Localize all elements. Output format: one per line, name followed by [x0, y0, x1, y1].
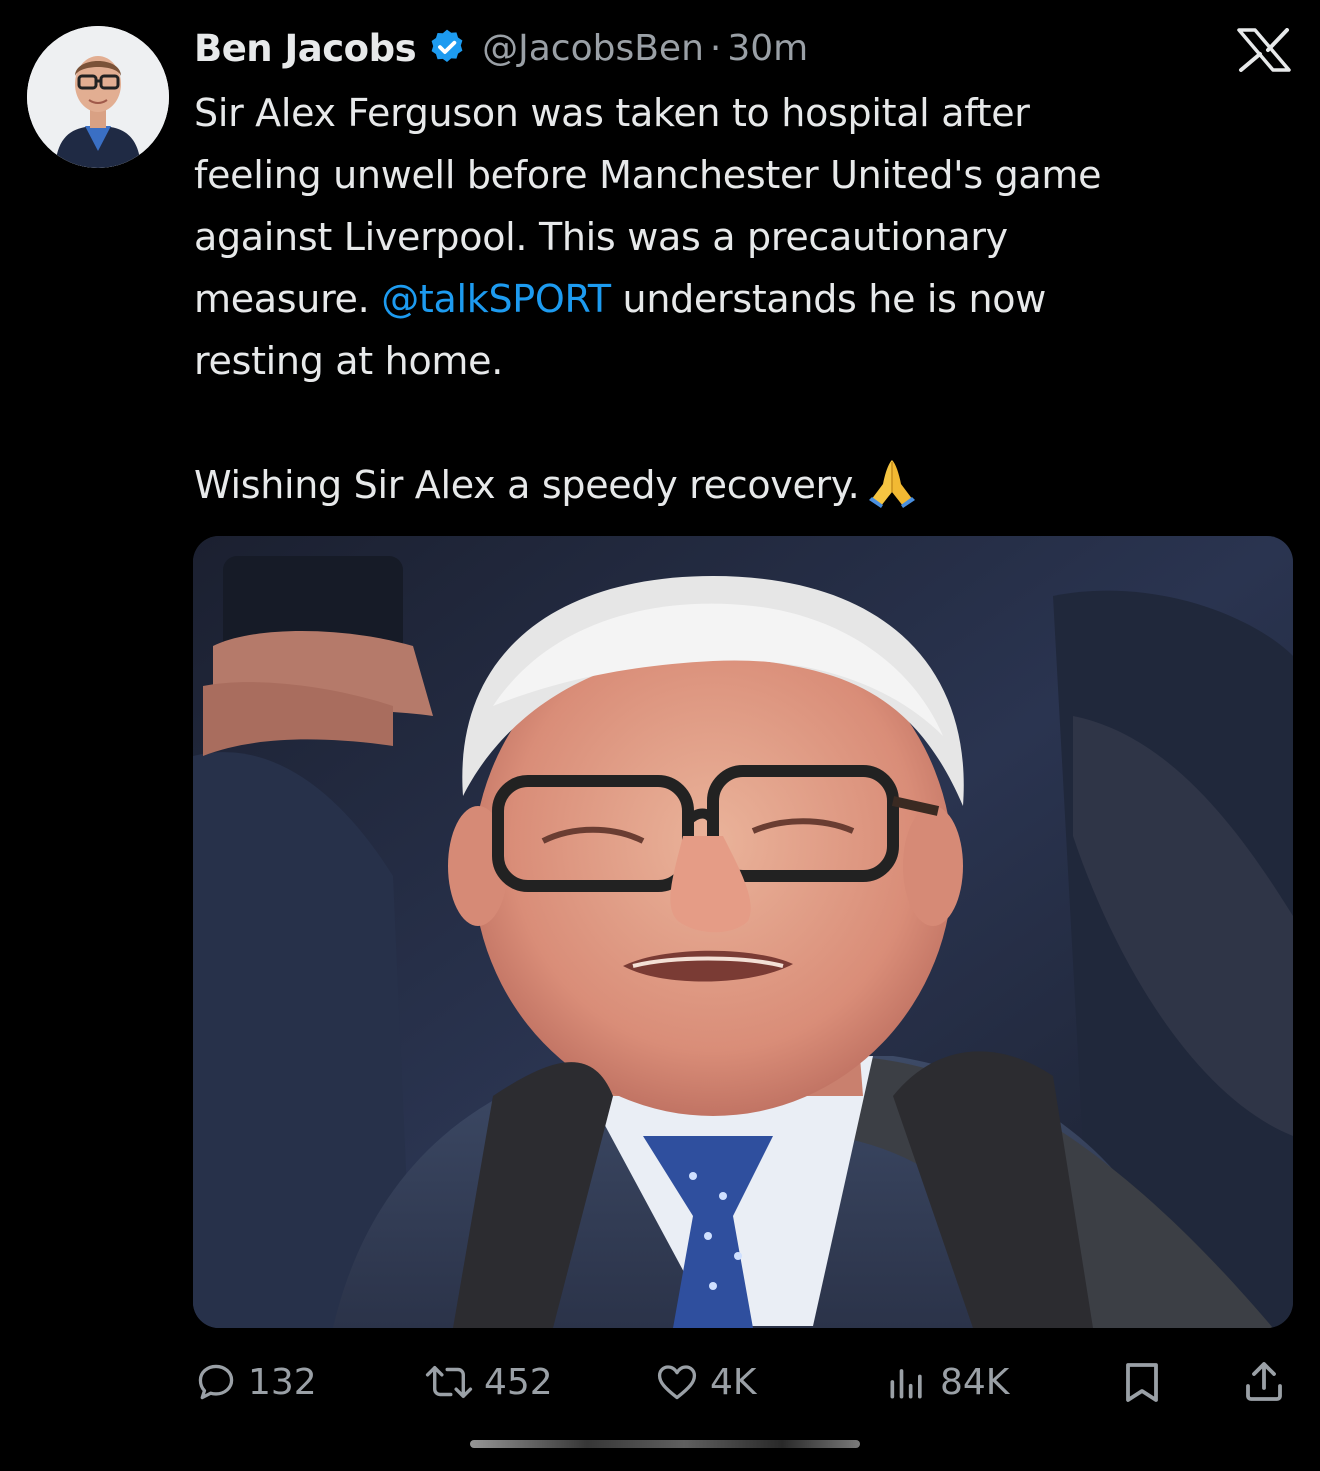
tweet-photo[interactable]	[193, 536, 1293, 1328]
photo-illustration	[193, 536, 1293, 1328]
bookmark-button[interactable]	[1118, 1350, 1166, 1414]
separator-dot: ·	[709, 27, 722, 69]
tweet-line: measure. @talkSPORT understands he is no…	[194, 268, 1284, 330]
heart-icon	[654, 1360, 700, 1404]
tweet-text: Sir Alex Ferguson was taken to hospital …	[194, 82, 1284, 516]
author-name[interactable]: Ben Jacobs	[194, 27, 417, 70]
repost-count: 452	[484, 1361, 553, 1403]
tweet-line: Wishing Sir Alex a speedy recovery.	[194, 454, 1284, 516]
action-bar: 132 452 4K 84K	[0, 1350, 1320, 1414]
repost-button[interactable]: 452	[424, 1350, 553, 1414]
avatar-photo	[27, 26, 169, 168]
tweet-card: Ben Jacobs @JacobsBen · 30m Sir Alex Fer…	[0, 0, 1320, 1471]
tweet-line: feeling unwell before Manchester United'…	[194, 153, 1102, 197]
x-logo-icon	[1236, 28, 1292, 72]
mention-link[interactable]: @talkSPORT	[381, 277, 611, 321]
folded-hands-emoji-icon	[863, 456, 921, 508]
tweet-line: resting at home.	[194, 339, 503, 383]
tweet-text-fragment: measure.	[194, 277, 382, 321]
tweet-line: against Liverpool. This was a precaution…	[194, 215, 1008, 259]
author-handle[interactable]: @JacobsBen	[482, 28, 704, 69]
like-button[interactable]: 4K	[654, 1350, 757, 1414]
views-chart-icon	[884, 1360, 930, 1404]
repost-icon	[424, 1360, 474, 1404]
tweet-header: Ben Jacobs @JacobsBen · 30m	[194, 22, 808, 74]
bookmark-icon	[1118, 1358, 1166, 1406]
views-button[interactable]: 84K	[884, 1350, 1009, 1414]
home-indicator	[470, 1440, 860, 1448]
avatar[interactable]	[27, 26, 169, 168]
tweet-text-fragment: Wishing Sir Alex a speedy recovery.	[194, 463, 860, 507]
reply-count: 132	[248, 1361, 317, 1403]
reply-button[interactable]: 132	[194, 1350, 317, 1414]
views-count: 84K	[940, 1361, 1010, 1403]
share-icon	[1240, 1358, 1288, 1406]
tweet-text-fragment: understands he is now	[610, 277, 1047, 321]
verified-badge-icon	[426, 27, 468, 69]
share-button[interactable]	[1240, 1350, 1288, 1414]
tweet-line: Sir Alex Ferguson was taken to hospital …	[194, 91, 1030, 135]
reply-icon	[194, 1360, 238, 1404]
post-time[interactable]: 30m	[727, 28, 808, 69]
like-count: 4K	[710, 1361, 757, 1403]
